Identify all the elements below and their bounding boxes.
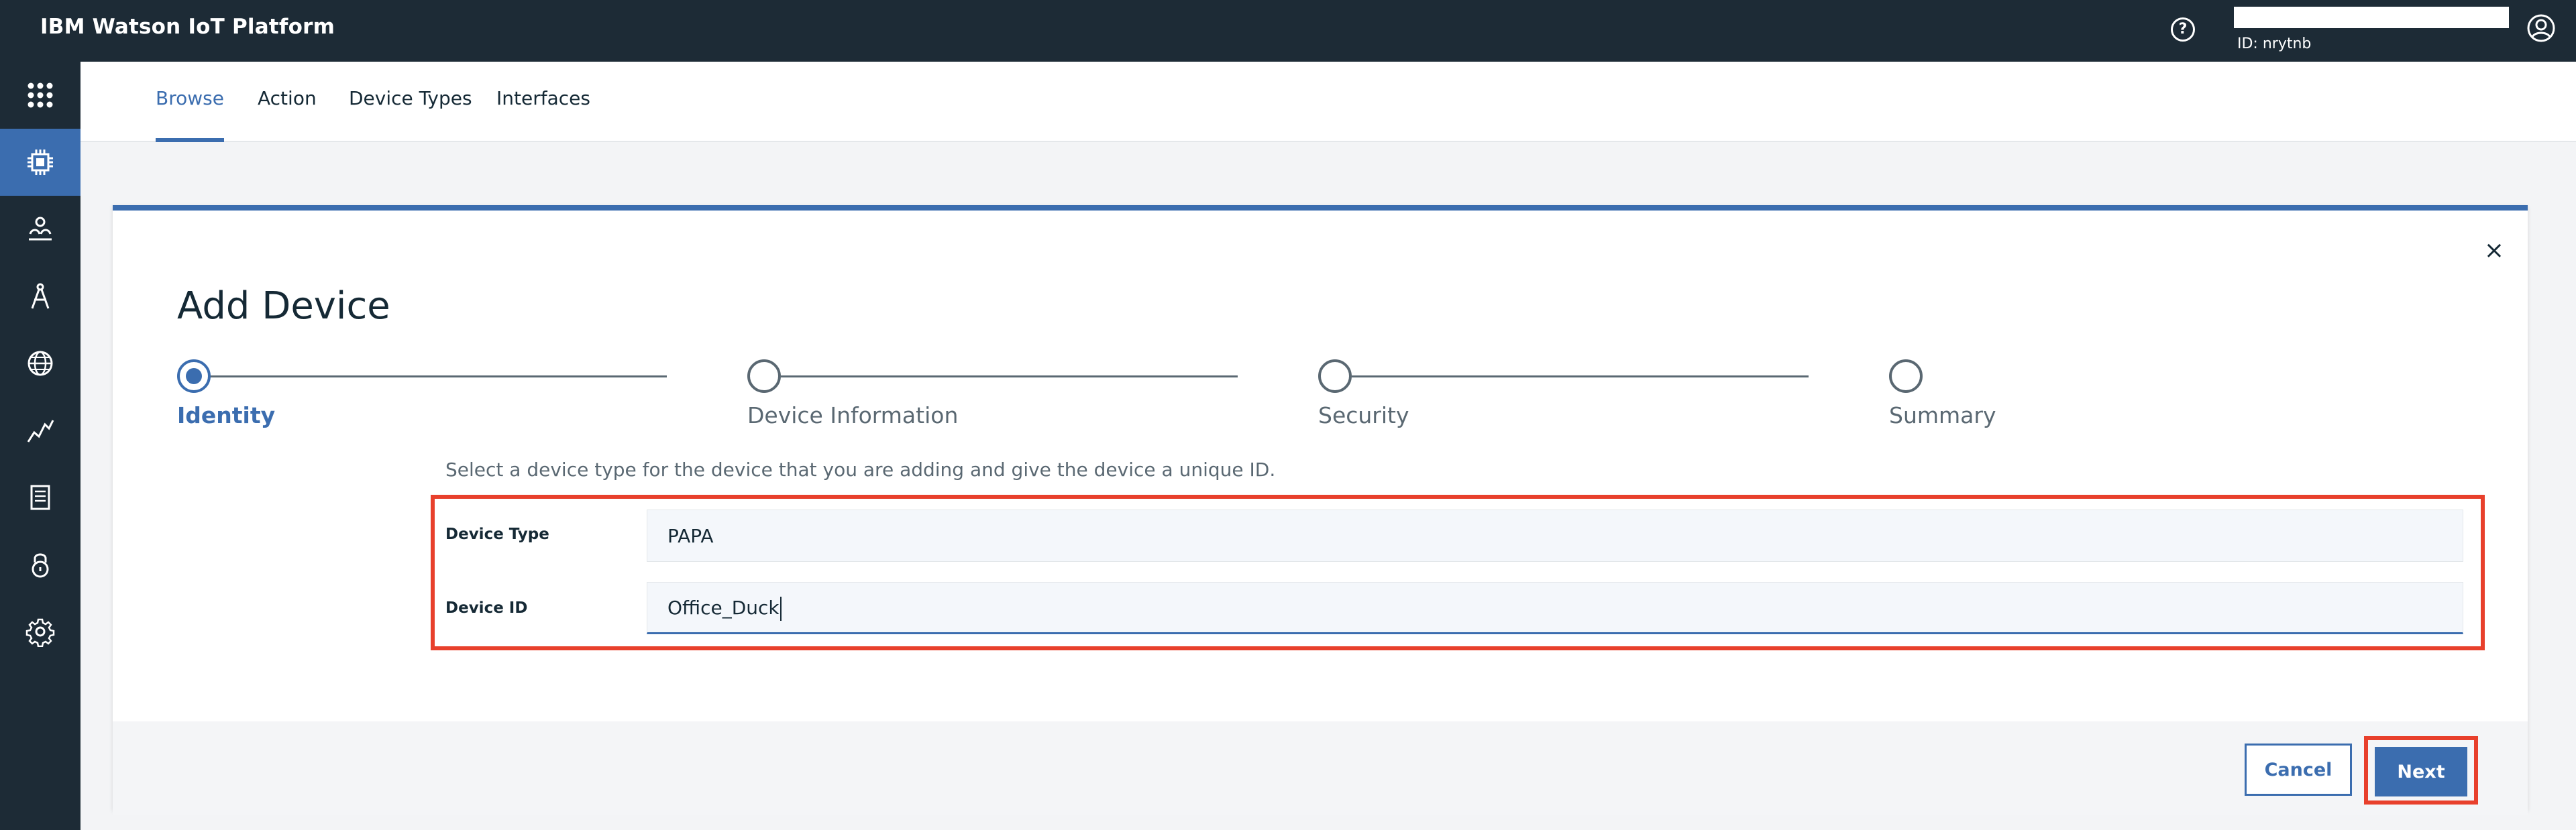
nav-analytics[interactable] (0, 330, 80, 397)
settings-gear-icon (25, 618, 55, 647)
step-indicator-identity (177, 359, 211, 393)
step-label-identity: Identity (177, 402, 276, 428)
step-indicator-security (1318, 359, 1352, 393)
step-connector (781, 375, 1238, 377)
nav-apps-grid[interactable] (0, 62, 80, 129)
nav-apps[interactable] (0, 263, 80, 330)
nav-rules[interactable] (0, 464, 80, 531)
devices-chip-icon (28, 150, 53, 175)
account-name-field[interactable] (2234, 7, 2509, 28)
next-button-highlight: Next (2364, 736, 2478, 805)
nav-devices[interactable] (0, 129, 80, 196)
step-label-summary: Summary (1889, 402, 1996, 428)
tab-action[interactable]: Action (258, 87, 317, 142)
app-title[interactable]: IBM Watson IoT Platform (40, 15, 335, 39)
account-id: ID: nrytnb (2237, 36, 2312, 52)
dialog-footer: Cancel Next (113, 721, 2528, 815)
close-icon[interactable]: × (2481, 237, 2508, 264)
step-indicator-device-information (747, 359, 781, 393)
apps-compass-icon (31, 283, 50, 309)
step-label-device-information: Device Information (747, 402, 959, 428)
help-icon[interactable]: ? (2171, 17, 2195, 42)
tab-browse[interactable]: Browse (156, 87, 224, 142)
apps-grid-icon (28, 82, 53, 108)
device-type-label: Device Type (445, 526, 549, 543)
step-connector (1352, 375, 1809, 377)
security-lock-icon (32, 553, 49, 578)
top-header: IBM Watson IoT Platform ? ID: nrytnb (0, 0, 2576, 62)
nav-settings[interactable] (0, 598, 80, 665)
usage-chart-icon (27, 420, 54, 442)
nav-usage[interactable] (0, 397, 80, 464)
device-id-label: Device ID (445, 599, 528, 617)
text-cursor (780, 597, 782, 621)
next-button[interactable]: Next (2375, 747, 2467, 796)
nav-members[interactable] (0, 196, 80, 263)
tab-interfaces[interactable]: Interfaces (496, 87, 590, 142)
nav-security[interactable] (0, 531, 80, 598)
device-id-value: Office_Duck (667, 597, 780, 619)
rules-document-icon (30, 485, 50, 510)
device-type-field[interactable] (647, 510, 2463, 562)
cancel-button[interactable]: Cancel (2245, 744, 2352, 796)
add-device-dialog: × Add Device Identity Device Information… (113, 205, 2528, 815)
step-connector (210, 375, 667, 377)
tab-bar: Browse Action Device Types Interfaces (80, 62, 2576, 142)
step-indicator-summary (1889, 359, 1923, 393)
user-profile-icon[interactable] (2526, 13, 2556, 43)
tab-device-types[interactable]: Device Types (349, 87, 472, 142)
dialog-title: Add Device (177, 284, 390, 328)
members-icon (29, 217, 52, 241)
analytics-globe-icon (28, 351, 53, 376)
step-label-security: Security (1318, 402, 1409, 428)
device-id-field[interactable]: Office_Duck (647, 582, 2463, 634)
instructions-text: Select a device type for the device that… (445, 459, 1276, 481)
side-navigation (0, 62, 80, 830)
